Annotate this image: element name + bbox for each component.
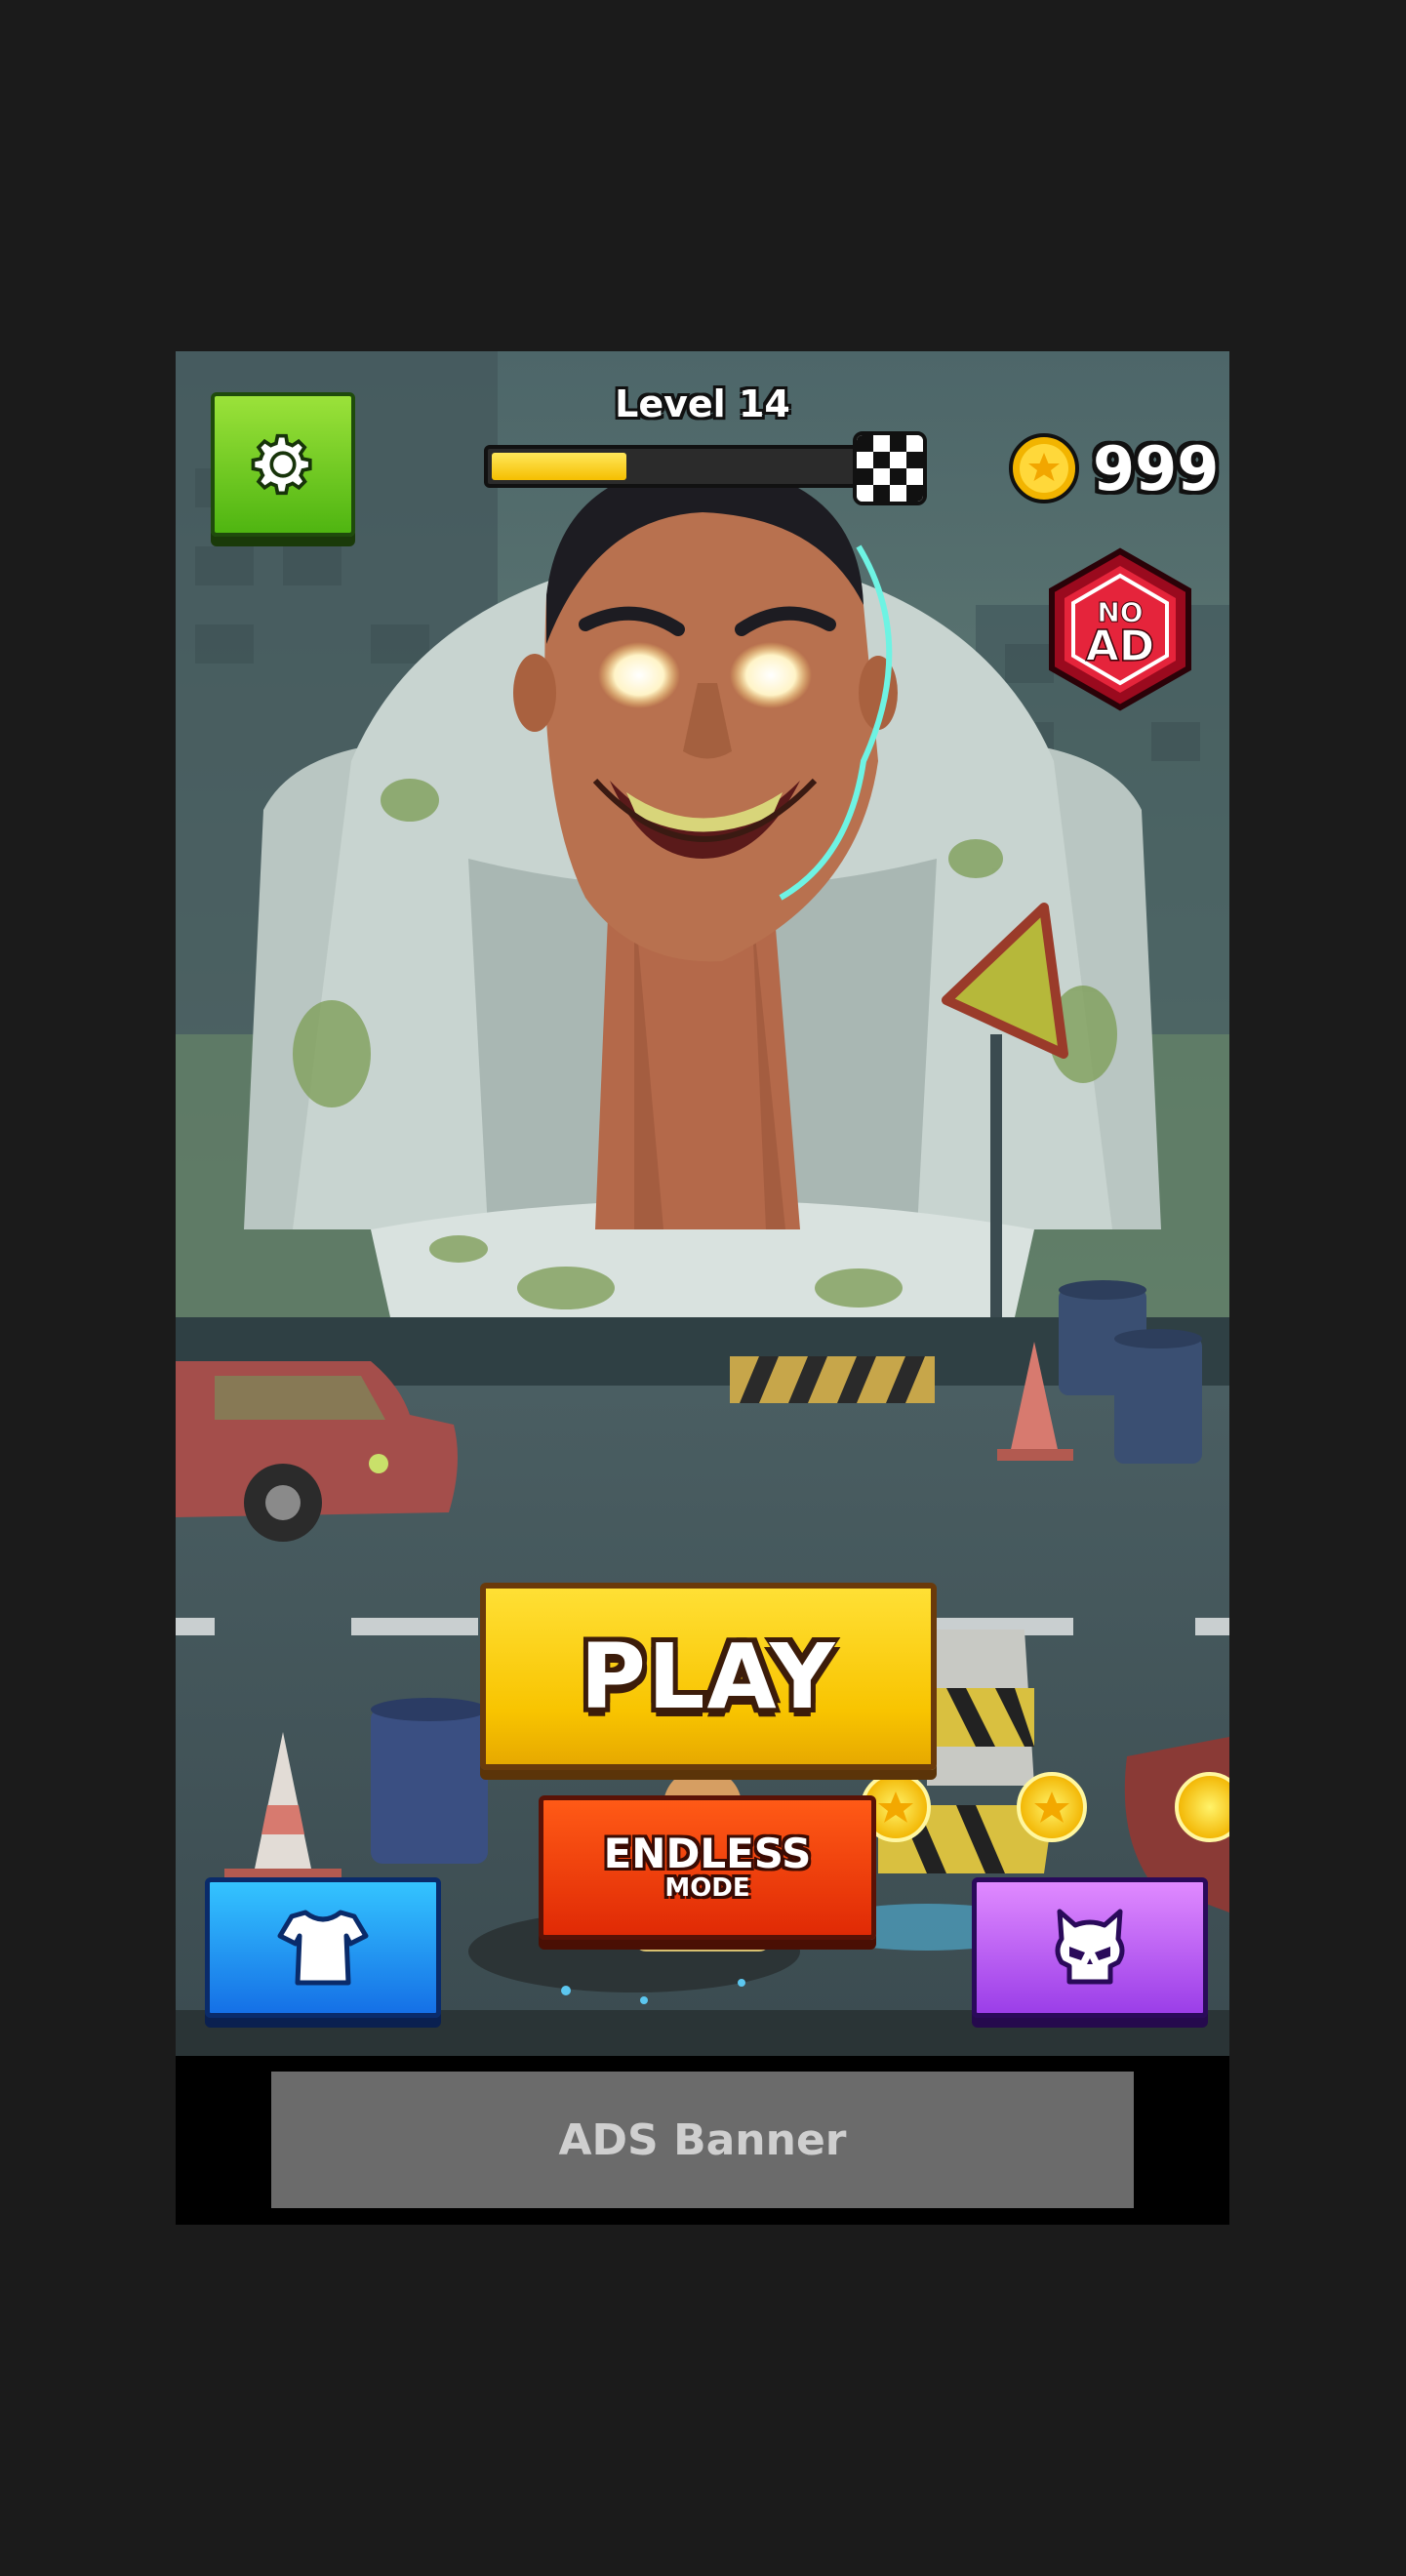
skins-shop-button[interactable]: [205, 1877, 441, 2018]
endless-mode-button[interactable]: ENDLESS MODE: [539, 1795, 876, 1940]
play-label: PLAY: [580, 1624, 837, 1729]
checkered-flag-icon: [853, 431, 927, 505]
coin-count: 999: [1093, 432, 1220, 504]
coin-counter: 999: [1007, 429, 1219, 507]
ads-banner[interactable]: ADS Banner: [271, 2072, 1134, 2208]
enemies-button[interactable]: [972, 1877, 1208, 2018]
coin-star-icon: [1009, 433, 1079, 503]
t-shirt-icon: [277, 1910, 369, 1986]
mode-label: MODE: [664, 1873, 750, 1904]
endless-label: ENDLESS: [603, 1830, 812, 1878]
gear-icon: [251, 433, 312, 496]
level-progress-fill: [492, 453, 626, 480]
play-button[interactable]: PLAY: [480, 1583, 937, 1770]
no-ads-badge-icon: NO AD: [1049, 547, 1191, 711]
skull-icon: [1055, 1909, 1125, 1985]
level-label: Level 14: [615, 382, 790, 425]
no-ads-button[interactable]: NO AD: [1042, 546, 1198, 712]
ad-label: AD: [1086, 622, 1155, 671]
ads-banner-label: ADS Banner: [558, 2114, 847, 2165]
settings-button[interactable]: [211, 392, 355, 537]
level-progress-bar: [484, 445, 863, 488]
game-screen: Level 14 999 NO AD PLAY ENDLESS MODE ADS…: [176, 351, 1229, 2225]
